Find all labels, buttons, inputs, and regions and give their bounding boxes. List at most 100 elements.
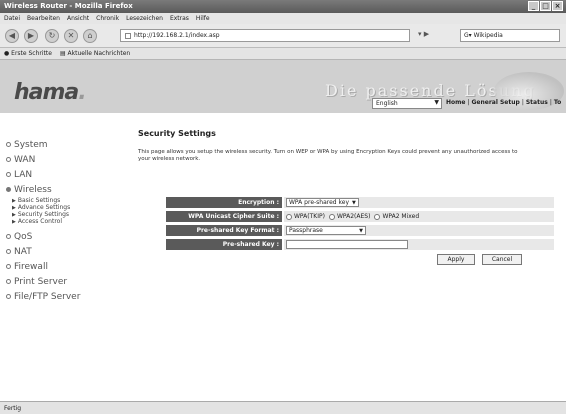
sidebar-item-label: NAT — [14, 246, 32, 257]
menu-extras[interactable]: Extras — [170, 15, 189, 22]
menu-datei[interactable]: Datei — [4, 15, 20, 22]
link-home[interactable]: Home — [446, 99, 465, 106]
radio-label: WPA(TKIP) — [294, 213, 325, 220]
encryption-label: Encryption : — [166, 197, 282, 208]
key-format-select[interactable]: Passphrase ▼ — [286, 226, 366, 235]
menu-bar: Datei Bearbeiten Ansicht Chronik Lesezei… — [0, 13, 566, 24]
bullet-icon — [6, 279, 11, 284]
radio-icon — [328, 213, 335, 220]
sidebar-sub-access-control[interactable]: ▶ Access Control — [6, 218, 116, 225]
link-general-setup[interactable]: General Setup — [472, 99, 520, 106]
sidebar-item-print-server[interactable]: Print Server — [6, 274, 116, 289]
cancel-button[interactable]: Cancel — [482, 254, 522, 265]
key-format-label: Pre-shared Key Format : — [166, 225, 282, 236]
menu-chronik[interactable]: Chronik — [96, 15, 119, 22]
menu-ansicht[interactable]: Ansicht — [67, 15, 89, 22]
bookmark-label: Erste Schritte — [11, 50, 52, 57]
encryption-select[interactable]: WPA pre-shared key ▼ — [286, 198, 359, 207]
chevron-down-icon: ▼ — [359, 228, 363, 234]
bookmark-erste-schritte[interactable]: ● Erste Schritte — [4, 50, 52, 57]
back-icon[interactable]: ◀ — [5, 29, 19, 43]
radio-label: WPA2(AES) — [336, 213, 371, 220]
sidebar-item-nat[interactable]: NAT — [6, 244, 116, 259]
sidebar-item-label: LAN — [14, 169, 33, 180]
key-format-row: Pre-shared Key Format : Passphrase ▼ — [166, 225, 554, 236]
sub-item-label: Security Settings — [17, 211, 70, 218]
key-label: Pre-shared Key : — [166, 239, 282, 250]
search-placeholder: Wikipedia — [473, 32, 503, 39]
page-body: System WAN LAN Wireless ▶ Basic Settings … — [0, 113, 566, 401]
radio-wpa-tkip[interactable]: WPA(TKIP) — [286, 213, 325, 220]
stop-icon[interactable]: ✕ — [64, 29, 78, 43]
maximize-button[interactable]: □ — [540, 1, 551, 11]
sub-item-label: Advance Settings — [17, 204, 71, 211]
link-tools[interactable]: To — [554, 99, 561, 106]
minimize-button[interactable]: _ — [528, 1, 539, 11]
sidebar-item-wan[interactable]: WAN — [6, 152, 116, 167]
sidebar-item-firewall[interactable]: Firewall — [6, 259, 116, 274]
bullet-icon — [6, 294, 11, 299]
sidebar-item-qos[interactable]: QoS — [6, 229, 116, 244]
apply-button[interactable]: Apply — [437, 254, 475, 265]
favicon-icon — [125, 32, 131, 39]
key-row: Pre-shared Key : — [166, 239, 554, 250]
bullet-icon — [6, 187, 11, 192]
sidebar-item-wireless[interactable]: Wireless — [6, 182, 116, 197]
forward-icon[interactable]: ▶ — [24, 29, 38, 43]
url-bar[interactable]: http://192.168.2.1/index.asp — [120, 29, 410, 42]
radio-label: WPA2 Mixed — [382, 213, 420, 220]
home-icon[interactable]: ⌂ — [83, 29, 97, 43]
sidebar-item-file-ftp-server[interactable]: File/FTP Server — [6, 289, 116, 304]
sidebar-sub-basic-settings[interactable]: ▶ Basic Settings — [6, 197, 116, 204]
search-engine-icon[interactable]: G▾ — [464, 32, 472, 39]
language-select[interactable]: English ▼ — [372, 98, 442, 109]
key-format-value: Passphrase — [289, 227, 323, 234]
page-description: This page allows you setup the wireless … — [138, 149, 518, 162]
radio-wpa2-aes[interactable]: WPA2(AES) — [328, 213, 371, 220]
sidebar-item-label: WAN — [14, 154, 36, 165]
search-input[interactable]: G▾ Wikipedia — [460, 29, 560, 42]
bullet-icon — [6, 157, 11, 162]
preshared-key-input[interactable] — [286, 240, 408, 249]
link-status[interactable]: Status — [526, 99, 548, 106]
bullet-icon — [6, 142, 11, 147]
sidebar-item-label: QoS — [14, 231, 33, 242]
bookmark-label: Aktuelle Nachrichten — [67, 50, 131, 57]
sidebar-item-lan[interactable]: LAN — [6, 167, 116, 182]
sidebar-sub-advance-settings[interactable]: ▶ Advance Settings — [6, 204, 116, 211]
window-title: Wireless Router - Mozilla Firefox — [4, 2, 133, 10]
menu-lesezeichen[interactable]: Lesezeichen — [126, 15, 163, 22]
triangle-right-icon: ▶ — [12, 219, 16, 225]
url-text: http://192.168.2.1/index.asp — [134, 32, 220, 39]
navigation-toolbar: ◀ ▶ ↻ ✕ ⌂ http://192.168.2.1/index.asp ▾… — [0, 24, 566, 48]
hama-logo: hama. — [14, 80, 87, 105]
language-value: English — [376, 100, 398, 107]
top-nav-links: Home | General Setup | Status | To — [446, 99, 562, 106]
menu-hilfe[interactable]: Hilfe — [196, 15, 210, 22]
bullet-icon — [6, 264, 11, 269]
close-button[interactable]: × — [552, 1, 563, 11]
main-content: Security Settings This page allows you s… — [138, 129, 558, 265]
cipher-row: WPA Unicast Cipher Suite : WPA(TKIP) WPA… — [166, 211, 554, 222]
sidebar-item-system[interactable]: System — [6, 137, 116, 152]
sub-item-label: Access Control — [17, 218, 62, 225]
chevron-down-icon: ▼ — [434, 99, 439, 106]
sub-item-label: Basic Settings — [17, 197, 61, 204]
menu-bearbeiten[interactable]: Bearbeiten — [27, 15, 60, 22]
encryption-value: WPA pre-shared key — [289, 199, 350, 206]
sidebar-sub-security-settings[interactable]: ▶ Security Settings — [6, 211, 116, 218]
reload-icon[interactable]: ↻ — [45, 29, 59, 43]
status-bar: Fertig — [0, 401, 566, 414]
bookmark-aktuelle-nachrichten[interactable]: ▤ Aktuelle Nachrichten — [60, 50, 130, 57]
cipher-label: WPA Unicast Cipher Suite : — [166, 211, 282, 222]
radio-wpa2-mixed[interactable]: WPA2 Mixed — [374, 213, 419, 220]
sidebar-item-label: Print Server — [14, 276, 68, 287]
sidebar-item-label: File/FTP Server — [14, 291, 81, 302]
encryption-row: Encryption : WPA pre-shared key ▼ — [166, 197, 554, 208]
window-titlebar: Wireless Router - Mozilla Firefox _ □ × — [0, 0, 566, 13]
page-title: Security Settings — [138, 129, 216, 138]
radio-icon — [286, 213, 292, 220]
sidebar-item-label: Wireless — [14, 184, 52, 195]
bullet-icon — [6, 172, 11, 177]
go-icon[interactable]: ▾ ▶ — [418, 30, 429, 38]
